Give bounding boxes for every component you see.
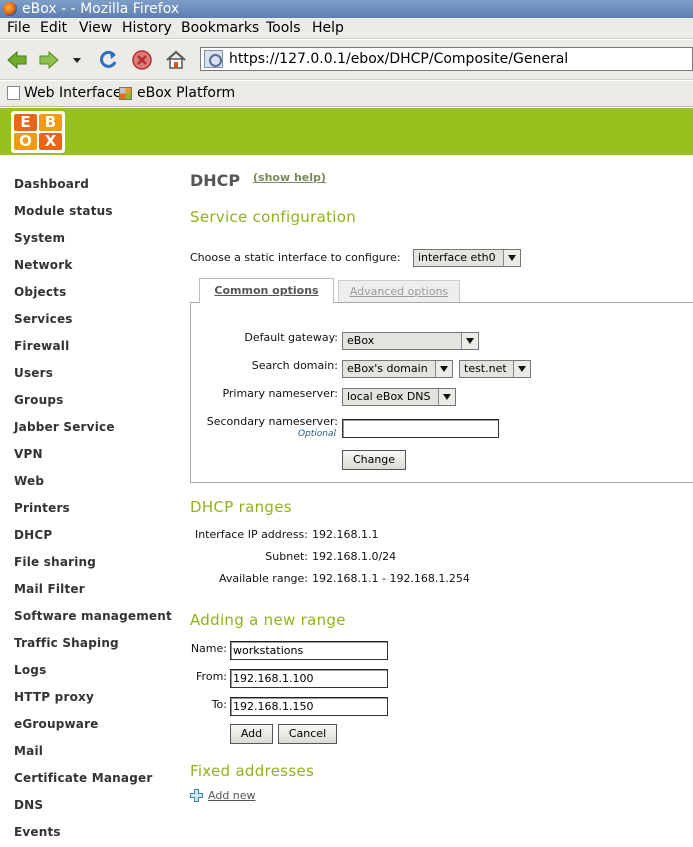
sidebar-item-network[interactable]: Network xyxy=(14,258,73,272)
sidebar-item-software-management[interactable]: Software management xyxy=(14,609,172,623)
sidebar-item-firewall[interactable]: Firewall xyxy=(14,339,69,353)
bookmark-ebox-platform[interactable]: eBox Platform xyxy=(119,85,235,101)
interface-ip-value: 192.168.1.1 xyxy=(312,528,379,541)
search-domain-select[interactable]: eBox's domain xyxy=(342,360,453,378)
show-help-link[interactable]: (show help) xyxy=(253,171,326,184)
menu-history[interactable]: History xyxy=(122,20,172,36)
service-configuration-heading: Service configuration xyxy=(190,208,357,226)
menu-file[interactable]: File xyxy=(7,20,30,36)
add-plus-icon[interactable] xyxy=(190,789,203,802)
sidebar-item-events[interactable]: Events xyxy=(14,825,61,839)
sidebar-item-users[interactable]: Users xyxy=(14,366,53,380)
sidebar-item-dashboard[interactable]: Dashboard xyxy=(14,177,89,191)
chevron-down-icon xyxy=(461,333,478,349)
gateway-select[interactable]: eBox xyxy=(342,332,479,350)
menu-edit[interactable]: Edit xyxy=(40,20,67,36)
sidebar-item-objects[interactable]: Objects xyxy=(14,285,66,299)
sidebar-item-dhcp[interactable]: DHCP xyxy=(14,528,52,542)
sidebar-item-mail[interactable]: Mail xyxy=(14,744,43,758)
menu-help[interactable]: Help xyxy=(312,20,344,36)
search-domain-name-select[interactable]: test.net xyxy=(459,360,531,378)
sidebar-item-logs[interactable]: Logs xyxy=(14,663,46,677)
ebox-favicon-icon xyxy=(119,86,132,100)
fixed-addresses-heading: Fixed addresses xyxy=(190,762,315,780)
secondary-nameserver-label: Secondary nameserver: xyxy=(206,415,338,428)
header-banner xyxy=(0,108,693,155)
reload-icon[interactable] xyxy=(97,49,119,71)
chevron-down-icon xyxy=(513,361,530,377)
history-dropdown-icon[interactable] xyxy=(70,49,84,71)
secondary-nameserver-input[interactable] xyxy=(342,419,499,438)
add-new-link[interactable]: Add new xyxy=(208,789,256,802)
sidebar-item-groups[interactable]: Groups xyxy=(14,393,64,407)
sidebar-item-jabber-service[interactable]: Jabber Service xyxy=(14,420,115,434)
ebox-logo[interactable]: E B O X xyxy=(11,111,65,153)
range-to-input[interactable]: 192.168.1.150 xyxy=(230,697,388,716)
cancel-button[interactable]: Cancel xyxy=(278,724,337,744)
window-titlebar: eBox - - Mozilla Firefox xyxy=(0,0,693,18)
tab-advanced-options[interactable]: Advanced options xyxy=(338,280,460,302)
sidebar-item-printers[interactable]: Printers xyxy=(14,501,70,515)
range-to-label: To: xyxy=(211,698,227,711)
sidebar-item-mail-filter[interactable]: Mail Filter xyxy=(14,582,85,596)
search-domain-label: Search domain: xyxy=(251,359,338,372)
sidebar-item-certificate-manager[interactable]: Certificate Manager xyxy=(14,771,152,785)
url-bar[interactable]: https://127.0.0.1/ebox/DHCP/Composite/Ge… xyxy=(200,47,693,71)
bookmark-web-interface[interactable]: Web Interface xyxy=(7,85,122,101)
available-range-label: Available range: xyxy=(219,572,308,585)
site-identity-icon[interactable] xyxy=(204,50,223,68)
dhcp-ranges-heading: DHCP ranges xyxy=(190,498,292,516)
range-from-input[interactable]: 192.168.1.100 xyxy=(230,669,388,688)
adding-range-heading: Adding a new range xyxy=(190,611,346,629)
chevron-down-icon xyxy=(503,250,520,266)
sidebar-item-web[interactable]: Web xyxy=(14,474,44,488)
menubar: File Edit View History Bookmarks Tools H… xyxy=(0,18,693,39)
bookmarks-toolbar: Web Interface eBox Platform xyxy=(0,81,693,107)
range-from-label: From: xyxy=(196,670,227,683)
url-text: https://127.0.0.1/ebox/DHCP/Composite/Ge… xyxy=(229,51,569,67)
sidebar-item-module-status[interactable]: Module status xyxy=(14,204,113,218)
chevron-down-icon xyxy=(438,389,455,405)
choose-interface-label: Choose a static interface to configure: xyxy=(190,251,401,264)
subnet-value: 192.168.1.0/24 xyxy=(312,550,397,563)
sidebar-item-traffic-shaping[interactable]: Traffic Shaping xyxy=(14,636,119,650)
forward-arrow-icon[interactable] xyxy=(38,49,60,71)
sidebar-item-file-sharing[interactable]: File sharing xyxy=(14,555,96,569)
chevron-down-icon xyxy=(435,361,452,377)
range-name-label: Name: xyxy=(190,642,227,655)
primary-nameserver-select[interactable]: local eBox DNS xyxy=(342,388,456,406)
change-button[interactable]: Change xyxy=(342,450,406,470)
interface-select[interactable]: interface eth0 xyxy=(413,249,521,267)
sidebar-item-system[interactable]: System xyxy=(14,231,65,245)
interface-ip-label: Interface IP address: xyxy=(194,528,308,541)
range-name-input[interactable]: workstations xyxy=(230,641,388,660)
sidebar-item-vpn[interactable]: VPN xyxy=(14,447,43,461)
subnet-label: Subnet: xyxy=(265,550,308,563)
add-button[interactable]: Add xyxy=(230,724,273,744)
sidebar-item-dns[interactable]: DNS xyxy=(14,798,43,812)
firefox-icon xyxy=(3,2,17,16)
page-icon xyxy=(7,86,20,100)
page-title: DHCP xyxy=(190,171,241,190)
menu-tools[interactable]: Tools xyxy=(266,20,301,36)
primary-nameserver-label: Primary nameserver: xyxy=(222,387,338,400)
stop-icon[interactable] xyxy=(131,49,153,71)
tab-common-options[interactable]: Common options xyxy=(199,278,334,303)
sidebar-item-http-proxy[interactable]: HTTP proxy xyxy=(14,690,94,704)
sidebar-item-egroupware[interactable]: eGroupware xyxy=(14,717,99,731)
optional-hint: Optional xyxy=(297,429,336,439)
home-icon[interactable] xyxy=(165,49,187,71)
menu-view[interactable]: View xyxy=(79,20,112,36)
back-arrow-icon[interactable] xyxy=(6,49,28,71)
menu-bookmarks[interactable]: Bookmarks xyxy=(181,20,259,36)
window-title: eBox - - Mozilla Firefox xyxy=(22,1,180,17)
gateway-label: Default gateway: xyxy=(244,331,338,344)
available-range-value: 192.168.1.1 - 192.168.1.254 xyxy=(312,572,470,585)
sidebar-item-services[interactable]: Services xyxy=(14,312,73,326)
